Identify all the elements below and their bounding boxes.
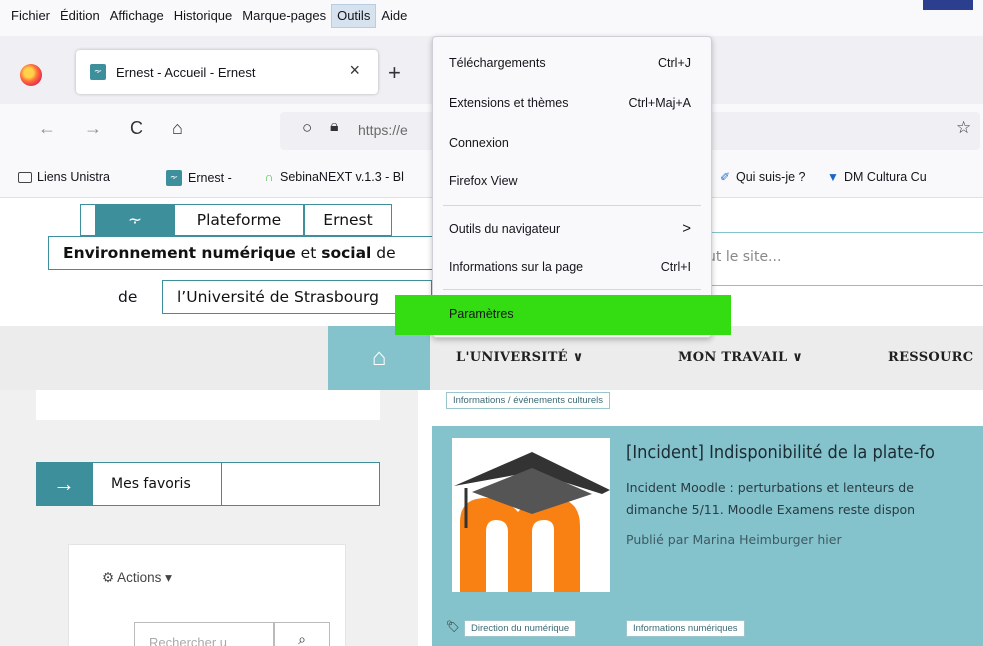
menu-item-label: Outils du navigateur [449,222,561,236]
logo-subtitle: Environnement numérique et social de [48,236,438,270]
reload-icon[interactable]: C [130,118,143,139]
menu-outils[interactable]: Outils [331,4,377,28]
back-icon[interactable]: ← [38,118,56,139]
menu-separator [443,205,701,206]
nav-universite[interactable]: L'UNIVERSITÉ ∨ [456,350,584,365]
logo-mark-icon: ⸟ [96,204,174,236]
menu-item-label: Connexion [449,136,509,150]
home-icon[interactable]: ⌂ [172,118,183,139]
bookmark-label: Qui suis-je ? [736,170,806,184]
bookmark-label: SebinaNEXT v.1.3 - Bl [280,170,404,184]
search-icon[interactable]: ⌕ [274,622,330,646]
moodle-logo-image [452,438,610,592]
tracking-shield-icon[interactable]: ○ [302,118,312,138]
logo-universite: l’Université de Strasbourg [162,280,432,314]
gear-icon: ⚙︎ [102,570,118,585]
logo-decor [80,204,96,236]
logo-env-mid: et [295,244,322,262]
menu-aide[interactable]: Aide [376,4,412,28]
left-panel-top [36,390,380,420]
menu-edition[interactable]: Édition [55,4,105,28]
url-text[interactable]: https://e [358,122,408,138]
logo-plateforme: Plateforme [174,204,304,236]
bookmark-liens-unistra[interactable]: Liens Unistra [18,170,110,184]
tag-icon: 🏷︎ [446,621,460,633]
menu-affichage[interactable]: Affichage [105,4,169,28]
bookmark-qui-suis-je[interactable]: ✐ Qui suis-je ? [718,170,806,184]
chevron-right-icon: > [682,220,691,237]
favorites-label[interactable]: Mes favoris [92,462,222,506]
folder-icon [18,171,32,183]
menu-item-parametres[interactable]: Paramètres [395,295,731,335]
menu-item-informations-page[interactable]: Informations sur la page Ctrl+I [433,251,711,283]
menu-item-label: Informations sur la page [449,260,584,274]
tab-ernest[interactable]: ⸟ Ernest - Accueil - Ernest × [76,50,378,94]
menu-item-firefox-view[interactable]: Firefox View [433,165,711,197]
logo-env-bold1: Environnement numérique [63,244,296,262]
menu-item-label: Paramètres [449,307,514,321]
lock-icon[interactable]: 🔒︎ [330,118,339,136]
menu-item-telechargements[interactable]: Téléchargements Ctrl+J [433,47,711,79]
nav-mon-travail[interactable]: MON TRAVAIL ∨ [678,350,803,365]
menu-item-label: Firefox View [449,174,518,188]
quill-icon: ✐ [719,170,731,184]
logo-env-bold2: social [321,244,372,262]
news-body-line2: dimanche 5/11. Moodle Examens reste disp… [626,502,916,517]
tag-direction-numerique[interactable]: Direction du numérique [464,620,577,637]
tab-close-icon[interactable]: × [349,60,360,81]
menu-item-outils-navigateur[interactable]: Outils du navigateur > [433,213,711,245]
menu-marque-pages[interactable]: Marque-pages [237,4,331,28]
logo-env-de: de [371,244,396,262]
sebina-icon: ∩ [264,170,274,184]
favorites-box [222,462,380,506]
menu-fichier[interactable]: Fichier [6,4,55,28]
menu-separator [443,289,701,290]
logo-ernest: Ernest [304,204,392,236]
news-meta: Publié par Marina Heimburger hier [626,532,842,547]
menu-item-connexion[interactable]: Connexion [433,127,711,159]
ernest-favicon-icon: ⸟ [166,170,182,186]
menu-item-shortcut: Ctrl+Maj+A [628,96,691,110]
site-search-input[interactable]: ut le site... [700,232,983,286]
dm-icon: ▼ [827,170,839,184]
bookmark-dm-cultura[interactable]: ▼ DM Cultura Cu [826,170,927,184]
home-icon[interactable]: ⌂ [328,326,430,390]
news-body-line1: Incident Moodle : perturbations et lente… [626,480,914,495]
outils-menu: Téléchargements Ctrl+J Extensions et thè… [395,36,731,338]
bookmark-label: DM Cultura Cu [844,170,927,184]
favorites-search-input[interactable]: Rechercher u [134,622,274,646]
tab-title: Ernest - Accueil - Ernest [116,64,256,80]
site-search-placeholder: ut le site... [707,249,782,265]
menu-item-label: Extensions et thèmes [449,96,569,110]
window-corner-accent [923,0,973,10]
bookmark-sebina[interactable]: ∩ SebinaNEXT v.1.3 - Bl [262,170,404,184]
news-title[interactable]: [Incident] Indisponibilité de la plate-f… [626,442,983,463]
bookmark-label: Ernest - [188,171,232,185]
bookmark-ernest[interactable]: ⸟ Ernest - [166,170,232,186]
nav-ressources[interactable]: RESSOURC [888,350,973,365]
menu-historique[interactable]: Historique [169,4,238,28]
tag-culturels[interactable]: Informations / événements culturels [446,392,610,409]
logo-de: de [118,288,138,306]
firefox-logo-icon[interactable] [20,64,42,86]
menu-bar: Fichier Édition Affichage Historique Mar… [0,0,983,36]
menu-item-shortcut: Ctrl+J [658,56,691,70]
actions-menu[interactable]: ⚙︎ Actions ▾ [102,570,172,586]
bookmark-label: Liens Unistra [37,170,110,184]
actions-label: Actions ▾ [117,570,172,585]
arrow-right-icon[interactable]: → [36,462,92,506]
menu-item-extensions[interactable]: Extensions et thèmes Ctrl+Maj+A [433,87,711,119]
forward-icon[interactable]: → [84,118,102,139]
menu-item-shortcut: Ctrl+I [660,260,691,274]
menu-item-label: Téléchargements [449,56,546,70]
ernest-favicon-icon: ⸟ [90,64,106,80]
new-tab-button[interactable]: + [388,60,401,86]
bookmark-star-icon[interactable]: ☆ [956,118,971,138]
tag-informations-numeriques[interactable]: Informations numériques [626,620,745,637]
